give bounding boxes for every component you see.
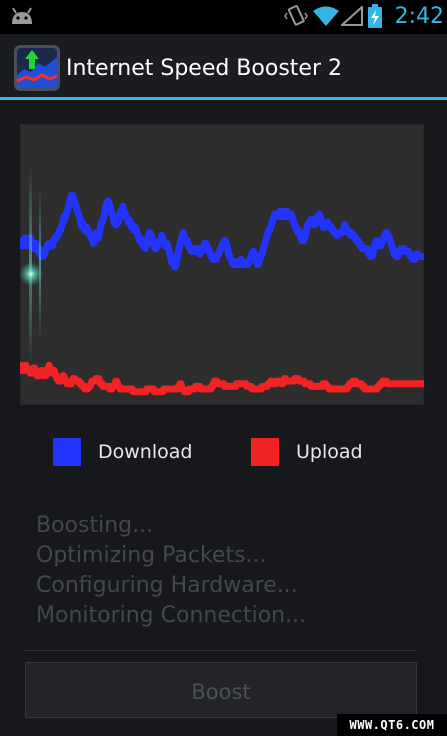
legend-upload-label: Upload [296,441,363,463]
wifi-icon [313,6,339,26]
site-watermark: WWW.QT6.COM [337,714,447,736]
status-line-configuring: Configuring Hardware... [36,573,298,598]
status-clock: 2:42 [394,4,444,29]
speed-chart [20,124,424,405]
status-bar: 2:42 [0,0,447,34]
legend-download-label: Download [98,441,193,463]
status-log: Boosting... Optimizing Packets... Config… [36,511,416,631]
status-line-boosting: Boosting... [36,513,154,538]
status-line-monitoring: Monitoring Connection... [36,603,307,628]
download-series-line [20,192,424,271]
content-divider [24,650,417,651]
legend-upload-swatch [251,438,279,466]
boost-button[interactable]: Boost [25,662,417,718]
app-title: Internet Speed Booster 2 [66,56,342,81]
action-bar-divider [0,97,447,100]
speed-booster-app-icon[interactable] [14,45,60,91]
chart-cursor-glow [20,164,43,364]
android-icon [12,7,32,24]
signal-icon [341,6,363,26]
status-line-optimizing: Optimizing Packets... [36,543,267,568]
battery-charging-icon [368,4,382,28]
legend-download-swatch [53,438,81,466]
vibrate-icon [284,5,308,26]
upload-series-line [20,361,424,396]
speed-chart-svg [20,164,424,396]
